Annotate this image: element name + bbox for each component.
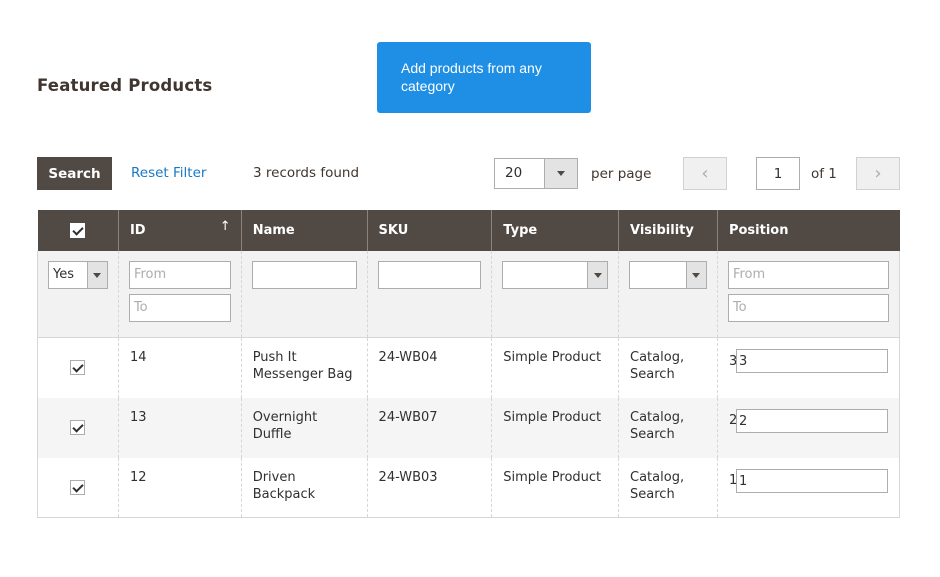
filter-cell-position: From To [716, 251, 901, 338]
sku-filter-input[interactable] [377, 261, 482, 289]
grid-header-row: ID ↑ Name SKU Type Visibility Position [37, 210, 900, 251]
position-label: 2 [728, 413, 738, 428]
chevron-down-icon[interactable] [685, 262, 706, 288]
position-label: 1 [728, 473, 738, 488]
cell-type: Simple Product [491, 397, 619, 458]
column-header-position[interactable]: Position [716, 210, 900, 251]
position-input[interactable]: 3 [735, 349, 888, 373]
filter-cell-visibility [618, 251, 718, 338]
cell-visibility: Catalog, Search [618, 457, 718, 518]
column-header-type[interactable]: Type [491, 210, 619, 251]
id-to-input[interactable]: To [128, 294, 231, 322]
per-page-label: per page [591, 166, 652, 182]
cell-position: 11 [716, 457, 901, 518]
position-label: 3 [728, 353, 738, 369]
chevron-left-icon: ‹ [701, 163, 709, 184]
cell-id: 12 [117, 457, 242, 518]
column-header-id[interactable]: ID ↑ [117, 210, 242, 251]
row-checkbox[interactable] [70, 479, 86, 495]
in-category-filter-select[interactable]: Yes [48, 261, 108, 289]
select-all-checkbox[interactable] [70, 223, 86, 238]
type-filter-select[interactable] [502, 261, 609, 289]
search-button[interactable]: Search [37, 157, 112, 190]
row-select-cell [37, 397, 119, 458]
position-input[interactable]: 1 [735, 468, 888, 493]
position-to-input[interactable]: To [727, 294, 889, 322]
previous-page-button[interactable]: ‹ [683, 157, 727, 190]
column-header-visibility[interactable]: Visibility [618, 210, 718, 251]
row-checkbox[interactable] [70, 420, 86, 435]
cell-id: 14 [117, 337, 242, 398]
column-header-sku[interactable]: SKU [366, 210, 492, 251]
cell-type: Simple Product [491, 457, 619, 518]
row-checkbox[interactable] [70, 360, 86, 376]
products-grid: ID ↑ Name SKU Type Visibility Position Ye… [37, 210, 901, 518]
column-header-select[interactable] [37, 210, 119, 251]
filter-cell-sku [366, 251, 492, 338]
cell-visibility: Catalog, Search [618, 397, 718, 458]
records-count: 3 records found [253, 165, 360, 181]
visibility-filter-select[interactable] [629, 261, 707, 289]
cell-name: Push It Messenger Bag [240, 337, 368, 398]
filter-row: Yes From To From To [37, 251, 901, 338]
filter-cell-name [240, 251, 368, 338]
sort-ascending-icon[interactable]: ↑ [220, 219, 231, 234]
chevron-down-icon[interactable] [587, 262, 608, 288]
chevron-down-icon[interactable] [86, 262, 107, 288]
page-title: Featured Products [37, 76, 213, 95]
cell-position: 22 [716, 397, 901, 458]
cell-type: Simple Product [491, 337, 619, 398]
cell-visibility: Catalog, Search [618, 337, 718, 398]
table-row[interactable]: 13 Overnight Duffle 24-WB07 Simple Produ… [37, 397, 901, 458]
reset-filter-link[interactable]: Reset Filter [131, 165, 206, 181]
page-total: of 1 [811, 166, 837, 182]
per-page-select[interactable]: 20 [494, 158, 578, 189]
position-from-input[interactable]: From [727, 261, 889, 289]
cell-name: Driven Backpack [240, 457, 368, 518]
filter-cell-type [491, 251, 619, 338]
next-page-button[interactable]: › [856, 157, 900, 190]
page-number-input[interactable]: 1 [756, 157, 800, 190]
cell-sku: 24-WB03 [366, 457, 492, 518]
filter-cell-select: Yes [37, 251, 119, 338]
cell-sku: 24-WB07 [366, 397, 492, 458]
add-products-button[interactable]: Add products from any category [377, 42, 591, 113]
row-select-cell [37, 337, 119, 398]
grid-toolbar: Search Reset Filter 3 records found 20 p… [37, 157, 900, 190]
cell-name: Overnight Duffle [240, 397, 368, 458]
chevron-down-icon[interactable] [544, 159, 577, 188]
per-page-value: 20 [505, 165, 523, 181]
filter-cell-id: From To [117, 251, 242, 338]
id-from-input[interactable]: From [128, 261, 231, 289]
position-input[interactable]: 2 [735, 408, 888, 433]
table-row[interactable]: 14 Push It Messenger Bag 24-WB04 Simple … [37, 337, 901, 398]
name-filter-input[interactable] [251, 261, 357, 289]
column-header-name[interactable]: Name [240, 210, 368, 251]
row-select-cell [37, 457, 119, 518]
cell-sku: 24-WB04 [366, 337, 492, 398]
cell-id: 13 [117, 397, 242, 458]
chevron-right-icon: › [874, 163, 882, 184]
table-row[interactable]: 12 Driven Backpack 24-WB03 Simple Produc… [37, 457, 901, 518]
cell-position: 33 [716, 337, 901, 398]
